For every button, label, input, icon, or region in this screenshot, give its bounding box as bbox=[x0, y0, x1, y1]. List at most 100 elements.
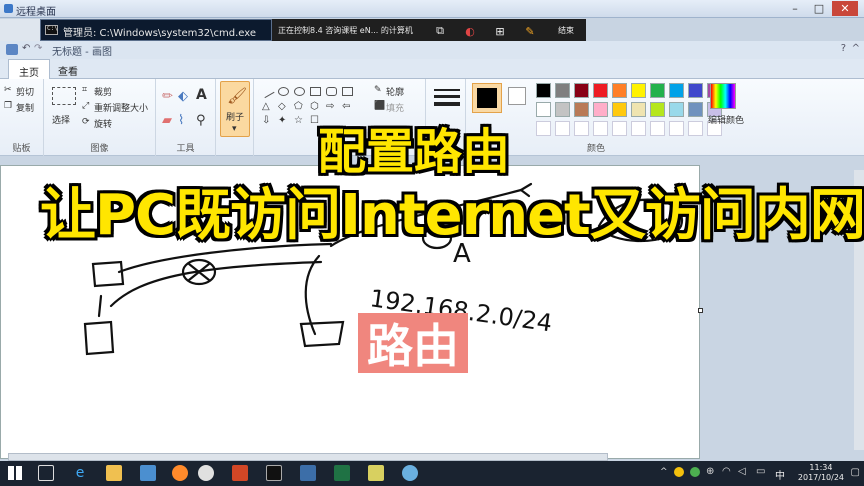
select-button[interactable]: 选择 bbox=[52, 113, 70, 126]
edit-colors-icon[interactable] bbox=[710, 83, 736, 109]
crop-icon[interactable]: ⌗ bbox=[82, 85, 87, 95]
polygon-shape-icon[interactable] bbox=[342, 87, 353, 96]
custom-color-slot[interactable] bbox=[631, 121, 646, 136]
palette-swatch[interactable] bbox=[650, 83, 665, 98]
arrow-right-shape-icon[interactable]: ⇨ bbox=[326, 101, 334, 112]
color2-swatch[interactable] bbox=[508, 87, 526, 105]
app-icon-blue[interactable] bbox=[140, 465, 156, 481]
text-icon[interactable]: A bbox=[196, 87, 207, 103]
resize-button[interactable]: 重新调整大小 bbox=[94, 101, 148, 114]
undo-icon[interactable]: ↶ bbox=[22, 43, 30, 54]
action-center-icon[interactable]: ▢ bbox=[851, 467, 860, 478]
app-icon-orange[interactable] bbox=[172, 465, 188, 481]
palette-swatch[interactable] bbox=[574, 83, 589, 98]
palette-swatch[interactable] bbox=[669, 83, 684, 98]
custom-color-slot[interactable] bbox=[612, 121, 627, 136]
tray-status-icon[interactable] bbox=[690, 467, 700, 477]
tray-wifi-icon[interactable]: ◠ bbox=[722, 466, 731, 477]
diamond-shape-icon[interactable]: ◇ bbox=[278, 101, 286, 112]
pencil-icon[interactable]: ✏ bbox=[162, 89, 173, 104]
pentagon-shape-icon[interactable]: ⬠ bbox=[294, 101, 303, 112]
paint-taskbar-icon[interactable] bbox=[368, 465, 384, 481]
ie-icon[interactable]: e bbox=[72, 465, 88, 481]
excel-icon[interactable] bbox=[334, 465, 350, 481]
end-share-button[interactable]: 结束 bbox=[558, 25, 574, 36]
redo-icon[interactable]: ↷ bbox=[34, 43, 42, 54]
palette-swatch[interactable] bbox=[612, 83, 627, 98]
palette-swatch[interactable] bbox=[555, 102, 570, 117]
rounded-rect-shape-icon[interactable] bbox=[326, 87, 337, 96]
rectangle-shape-icon[interactable] bbox=[310, 87, 321, 96]
arrow-down-shape-icon[interactable]: ⇩ bbox=[262, 115, 270, 126]
volume-icon[interactable]: ◁ bbox=[738, 466, 746, 477]
fill-shape-icon[interactable]: ⬛ bbox=[374, 101, 385, 111]
file-explorer-icon[interactable] bbox=[106, 465, 122, 481]
magnifier-icon[interactable]: ⚲ bbox=[196, 113, 206, 128]
custom-color-slot[interactable] bbox=[650, 121, 665, 136]
palette-swatch[interactable] bbox=[669, 102, 684, 117]
keyboard-icon[interactable]: ▭ bbox=[756, 466, 765, 477]
help-icon[interactable]: ? bbox=[841, 43, 846, 54]
whiteboard-icon[interactable]: ⊞ bbox=[492, 23, 508, 39]
annotate-icon[interactable]: ✎ bbox=[522, 23, 538, 39]
fill-dropdown[interactable]: 填充 bbox=[386, 101, 404, 114]
palette-swatch[interactable] bbox=[612, 102, 627, 117]
custom-color-slot[interactable] bbox=[536, 121, 551, 136]
close-button[interactable]: ✕ bbox=[832, 1, 858, 16]
copy-icon[interactable]: ❐ bbox=[4, 101, 12, 111]
color1-button[interactable] bbox=[472, 83, 502, 113]
horizontal-scrollbar[interactable] bbox=[8, 453, 608, 461]
palette-swatch[interactable] bbox=[688, 102, 703, 117]
paint-canvas[interactable]: A 192.168.2.0/24 bbox=[0, 165, 703, 459]
size-line-2[interactable] bbox=[434, 95, 460, 98]
triangle-shape-icon[interactable]: △ bbox=[262, 101, 270, 112]
oval-shape-icon[interactable] bbox=[294, 87, 305, 96]
start-button-icon[interactable] bbox=[8, 466, 22, 480]
size-line-1[interactable] bbox=[434, 89, 460, 91]
star4-shape-icon[interactable]: ✦ bbox=[278, 115, 286, 126]
palette-swatch[interactable] bbox=[631, 102, 646, 117]
tray-expand-icon[interactable]: ^ bbox=[660, 467, 668, 477]
tab-view[interactable]: 查看 bbox=[48, 59, 88, 79]
copy-button[interactable]: 复制 bbox=[16, 101, 34, 114]
palette-swatch[interactable] bbox=[688, 83, 703, 98]
qq-icon[interactable] bbox=[198, 465, 214, 481]
cmd-taskbar-icon[interactable] bbox=[266, 465, 282, 481]
tray-network-icon[interactable]: ⊕ bbox=[706, 466, 714, 477]
canvas-resize-handle[interactable] bbox=[698, 308, 703, 313]
palette-swatch[interactable] bbox=[650, 102, 665, 117]
palette-swatch[interactable] bbox=[593, 83, 608, 98]
task-view-icon[interactable] bbox=[38, 465, 54, 481]
custom-color-slot[interactable] bbox=[688, 121, 703, 136]
mic-mute-icon[interactable]: ◐ bbox=[462, 23, 478, 39]
ime-indicator[interactable]: 中 bbox=[775, 467, 785, 482]
custom-color-slot[interactable] bbox=[593, 121, 608, 136]
collapse-ribbon-icon[interactable]: ^ bbox=[852, 43, 860, 54]
cut-button[interactable]: 剪切 bbox=[16, 85, 34, 98]
tray-app-icon[interactable] bbox=[674, 467, 684, 477]
palette-swatch[interactable] bbox=[574, 102, 589, 117]
hexagon-shape-icon[interactable]: ⬡ bbox=[310, 101, 319, 112]
rotate-button[interactable]: 旋转 bbox=[94, 117, 112, 130]
palette-swatch[interactable] bbox=[536, 83, 551, 98]
fullscreen-icon[interactable]: ⧉ bbox=[432, 23, 448, 39]
outline-dropdown[interactable]: 轮廓 bbox=[386, 85, 404, 98]
app-icon-globe[interactable] bbox=[402, 465, 418, 481]
paint-app-icon[interactable] bbox=[6, 44, 18, 55]
palette-swatch[interactable] bbox=[631, 83, 646, 98]
minimize-button[interactable]: – bbox=[784, 1, 806, 16]
select-icon[interactable] bbox=[52, 87, 76, 105]
brush-button[interactable]: 🖌 刷子 ▾ bbox=[220, 81, 250, 137]
custom-color-slot[interactable] bbox=[555, 121, 570, 136]
line-shape-icon[interactable] bbox=[260, 84, 275, 99]
fill-icon[interactable]: ⬖ bbox=[178, 89, 188, 104]
tab-home[interactable]: 主页 bbox=[8, 59, 50, 79]
palette-swatch[interactable] bbox=[536, 102, 551, 117]
custom-color-slot[interactable] bbox=[574, 121, 589, 136]
palette-swatch[interactable] bbox=[555, 83, 570, 98]
crop-button[interactable]: 裁剪 bbox=[94, 85, 112, 98]
powerpoint-icon[interactable] bbox=[232, 465, 248, 481]
palette-swatch[interactable] bbox=[593, 102, 608, 117]
arrow-left-shape-icon[interactable]: ⇦ bbox=[342, 101, 350, 112]
color-picker-icon[interactable]: ⌇ bbox=[178, 113, 184, 128]
